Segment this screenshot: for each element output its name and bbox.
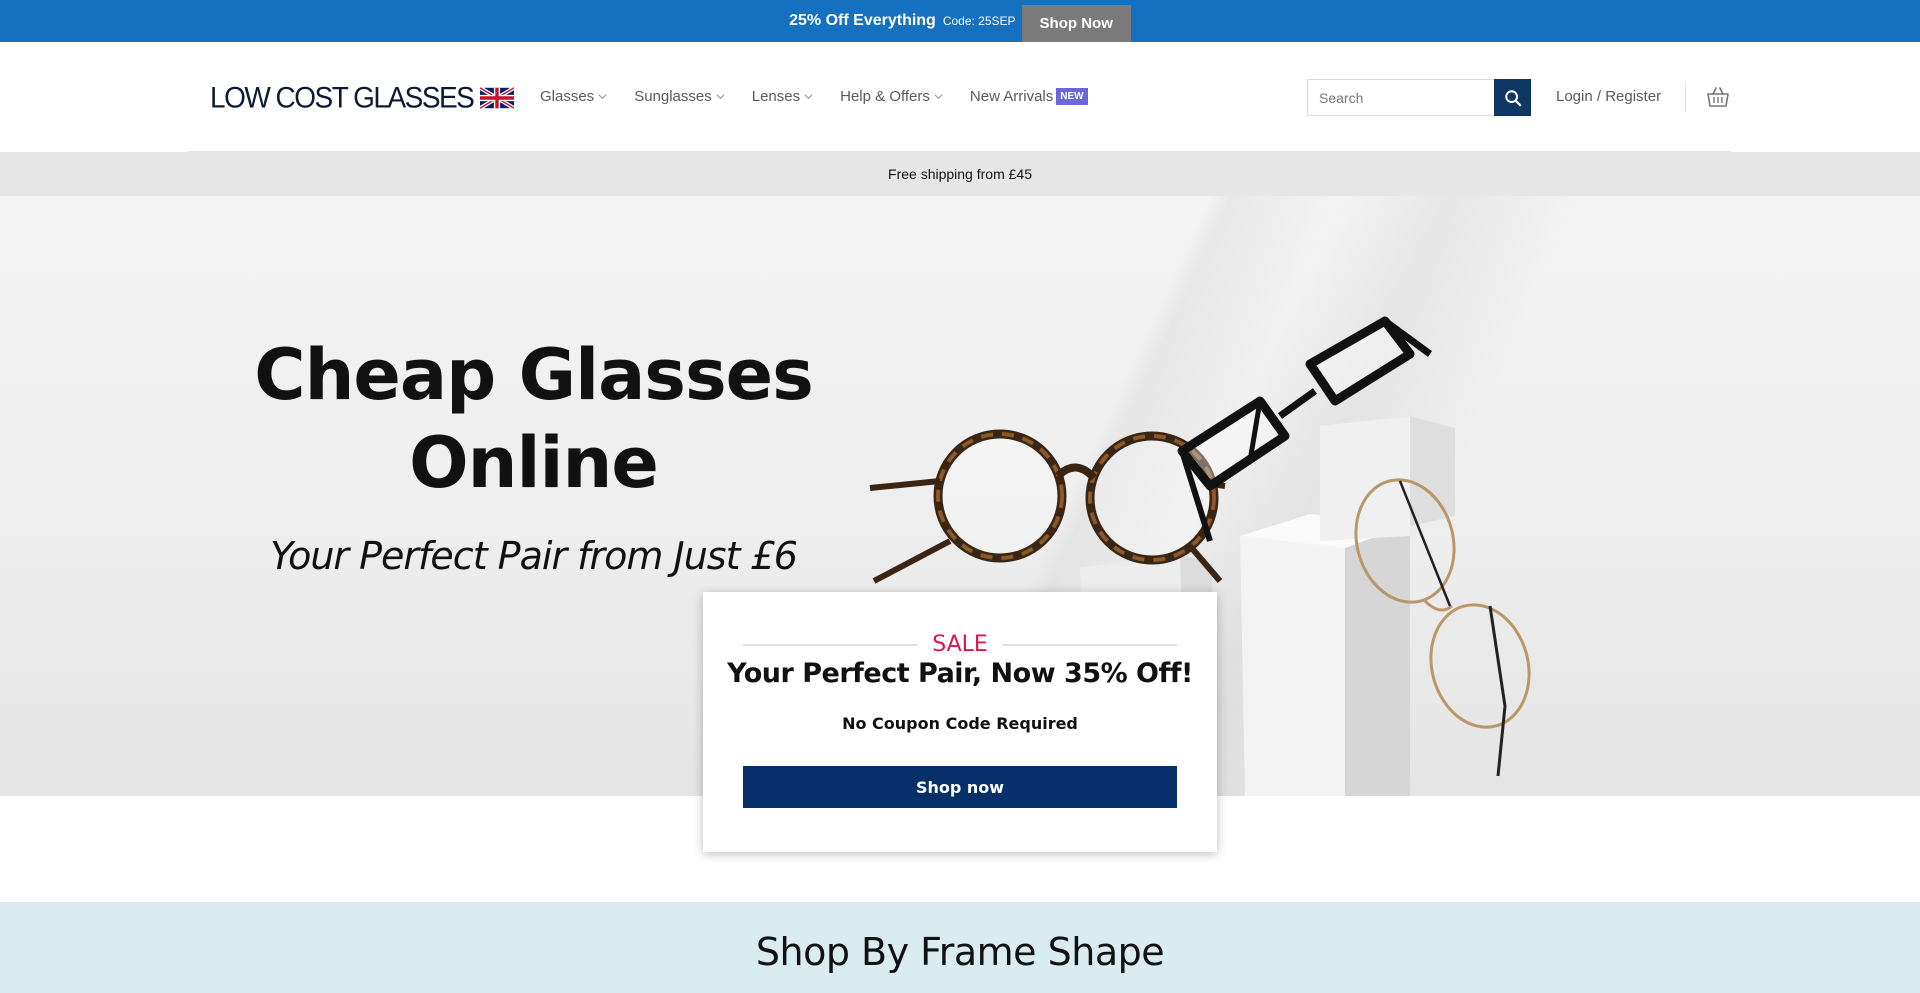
- nav-new-arrivals-label: New Arrivals: [969, 88, 1054, 105]
- uk-flag-icon: [480, 87, 515, 109]
- chevron-down-icon: [598, 94, 607, 100]
- search-input[interactable]: [1307, 79, 1494, 116]
- nav-sunglasses-label: Sunglasses: [634, 88, 712, 105]
- nav-lenses-label: Lenses: [751, 88, 801, 105]
- sale-note: No Coupon Code Required: [842, 714, 1078, 733]
- frame-shape-section: Shop By Frame Shape: [0, 902, 1920, 993]
- nav-new-arrivals[interactable]: New Arrivals NEW: [970, 88, 1088, 105]
- promo-code: Code: 25SEP: [942, 14, 1016, 28]
- sale-divider-left: [743, 643, 919, 646]
- pedestal-tall: [1240, 514, 1410, 796]
- nav-help-offers[interactable]: Help & Offers: [840, 88, 943, 105]
- nav-lenses[interactable]: Lenses: [752, 88, 813, 105]
- tortoise-glasses: [869, 429, 1226, 584]
- hero-title-line1: Cheap Glasses: [254, 334, 814, 416]
- search-icon: [1504, 89, 1521, 106]
- promo-headline: 25% Off Everything: [789, 12, 936, 29]
- header-divider: [1685, 82, 1686, 112]
- chevron-down-icon: [934, 94, 943, 100]
- sale-shop-now-button[interactable]: Shop now: [743, 766, 1177, 808]
- logo[interactable]: LOW COST GLASSES: [210, 81, 515, 114]
- nav-sunglasses[interactable]: Sunglasses: [634, 88, 725, 105]
- new-badge: NEW: [1056, 88, 1088, 105]
- site-header: LOW COST GLASSES Glasses Sunglasses Lens…: [0, 42, 1920, 152]
- promo-shop-now-button[interactable]: Shop Now: [1021, 5, 1131, 42]
- main-nav: Glasses Sunglasses Lenses Help & Offers …: [540, 88, 1115, 105]
- promo-bar: 25% Off Everything Code: 25SEP Shop Now: [0, 0, 1920, 42]
- chevron-down-icon: [716, 94, 725, 100]
- nav-glasses[interactable]: Glasses: [540, 88, 607, 105]
- sale-card: SALE Your Perfect Pair, Now 35% Off! No …: [703, 592, 1217, 852]
- sale-title: Your Perfect Pair, Now 35% Off!: [727, 658, 1193, 689]
- hero-title-line2: Online: [409, 422, 659, 504]
- basket-icon[interactable]: [1706, 85, 1730, 109]
- hero-subtitle: Your Perfect Pair from Just £6: [270, 534, 798, 578]
- search-button[interactable]: [1494, 79, 1531, 116]
- login-register-link[interactable]: Login / Register: [1556, 88, 1661, 105]
- pedestal-back: [1320, 416, 1455, 541]
- frame-shape-title: Shop By Frame Shape: [755, 930, 1165, 974]
- sale-divider-right: [1001, 643, 1177, 646]
- sale-label: SALE: [932, 632, 988, 657]
- search-form: [1307, 79, 1531, 116]
- nav-help-offers-label: Help & Offers: [840, 88, 930, 105]
- logo-text: LOW COST GLASSES: [210, 81, 475, 114]
- hero-title: Cheap Glasses Online: [250, 331, 817, 507]
- nav-glasses-label: Glasses: [540, 88, 595, 105]
- sale-label-row: SALE: [743, 632, 1177, 657]
- shipping-bar: Free shipping from £45: [0, 152, 1920, 196]
- chevron-down-icon: [804, 94, 813, 100]
- shipping-text: Free shipping from £45: [888, 166, 1032, 182]
